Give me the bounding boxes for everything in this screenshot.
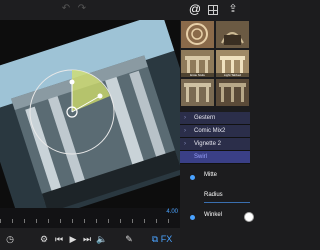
clock-icon[interactable]: ◷ — [4, 233, 16, 245]
thumbnail-label: Erste Stufe — [181, 73, 214, 77]
effect-item-comic-mix2[interactable]: › Comic Mix2 — [180, 125, 250, 138]
param-label: Radius — [204, 192, 223, 198]
settings-icon[interactable]: ⚙ — [38, 233, 50, 245]
top-toolbar: ↶ ↷ @ ⇪ — [0, 0, 250, 20]
param-dot — [190, 215, 195, 220]
wand-icon[interactable]: ✎ — [122, 233, 136, 245]
fx-tab[interactable]: ⧉ FX — [150, 233, 174, 245]
fx-label: FX — [160, 234, 173, 244]
effect-thumbnail[interactable]: Light Tabbed — [216, 50, 249, 77]
effect-thumbnail[interactable] — [216, 79, 249, 106]
param-winkel[interactable]: Winkel — [180, 208, 254, 228]
effect-thumbnails: Erste Stufe Light Tabbed — [180, 20, 250, 110]
play-icon[interactable]: ▶ — [68, 233, 78, 245]
share-icon[interactable]: ⇪ — [226, 2, 240, 16]
effects-panel: Erste Stufe Light Tabbed › Gestern › Com… — [180, 20, 254, 250]
radius-slider-track[interactable] — [204, 202, 250, 203]
chevron-right-icon: › — [184, 128, 186, 134]
effect-thumbnail[interactable]: Erste Stufe — [181, 50, 214, 77]
effect-thumbnail[interactable] — [181, 79, 214, 106]
redo-icon[interactable]: ↷ — [76, 4, 88, 14]
angle-knob[interactable] — [244, 212, 254, 222]
skip-end-icon[interactable]: ⏭ — [82, 233, 92, 245]
spiral-icon[interactable]: @ — [188, 2, 202, 16]
chevron-right-icon: › — [184, 141, 186, 147]
volume-icon[interactable]: 🔈 — [96, 233, 108, 245]
effect-item-vignette-2[interactable]: › Vignette 2 — [180, 138, 250, 151]
skip-start-icon[interactable]: ⏮ — [54, 233, 64, 245]
effect-list: › Gestern › Comic Mix2 › Vignette 2 Swir… — [180, 112, 250, 164]
param-mitte[interactable]: Mitte — [180, 168, 250, 188]
undo-icon[interactable]: ↶ — [60, 4, 72, 14]
image-preview[interactable] — [0, 20, 180, 208]
effect-item-gestern[interactable]: › Gestern — [180, 112, 250, 125]
param-dot — [190, 175, 195, 180]
effect-item-label: Vignette 2 — [194, 141, 221, 147]
effect-thumbnail[interactable] — [181, 21, 214, 48]
thumbnail-label: Light Tabbed — [216, 73, 249, 77]
grid-icon[interactable] — [208, 5, 218, 15]
param-radius[interactable]: Radius — [180, 188, 250, 208]
effect-thumbnail[interactable] — [216, 21, 249, 48]
param-label: Mitte — [204, 172, 218, 178]
time-label: 4.00 — [166, 209, 178, 215]
swirl-preview-canvas — [0, 20, 180, 208]
fx-icon: ⧉ — [151, 234, 159, 244]
swirl-radius-handle — [69, 79, 75, 85]
transport-bar: ◷ ⚙ ⏮ ▶ ⏭ 🔈 ✎ ⧉ FX — [0, 228, 180, 250]
effect-item-label: Comic Mix2 — [194, 128, 226, 134]
timeline-ticks — [0, 219, 180, 223]
param-label: Winkel — [204, 212, 223, 218]
swirl-angle-handle — [97, 93, 103, 99]
effect-item-label: Gestern — [194, 115, 216, 121]
effect-item-swirl[interactable]: Swirl — [180, 151, 250, 164]
timeline[interactable]: 4.00 — [0, 208, 180, 228]
effect-item-label: Swirl — [194, 154, 207, 160]
chevron-right-icon: › — [184, 115, 186, 121]
